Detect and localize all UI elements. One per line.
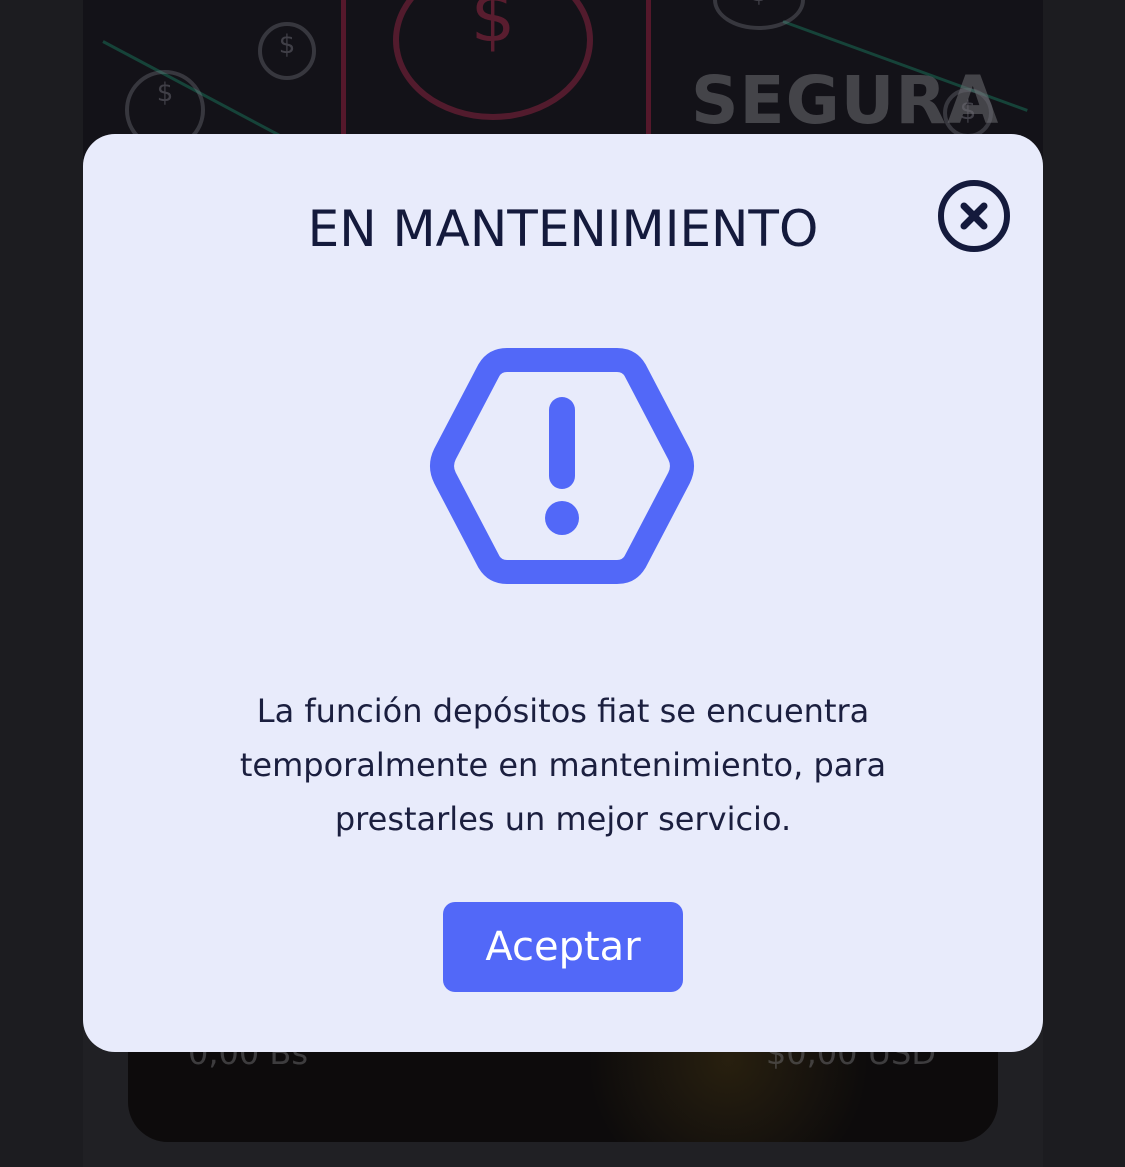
modal-message: La función depósitos fiat se encuentra t… bbox=[239, 692, 887, 838]
coin-icon bbox=[258, 22, 316, 80]
modal-title: EN MANTENIMIENTO bbox=[307, 200, 819, 258]
warning-hexagon-icon bbox=[430, 348, 694, 584]
accept-button[interactable]: Aceptar bbox=[443, 902, 683, 992]
close-circle-icon bbox=[938, 180, 1010, 252]
maintenance-modal: EN MANTENIMIENTO La función depósitos fi… bbox=[83, 134, 1043, 1052]
close-button[interactable] bbox=[937, 179, 1011, 253]
banner-text: SEGURA bbox=[691, 62, 1000, 139]
